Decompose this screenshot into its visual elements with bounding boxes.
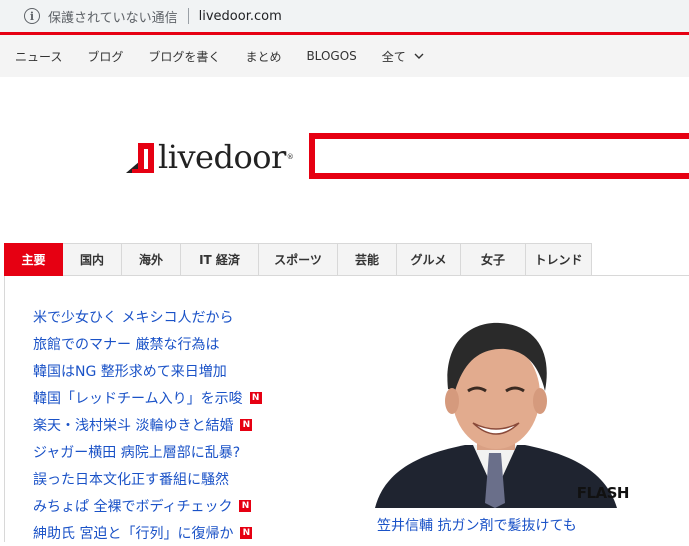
- tab-entertainment[interactable]: 芸能: [338, 243, 397, 276]
- person-portrait-image: [375, 322, 617, 508]
- logo-text: livedoor: [158, 138, 286, 176]
- tab-women[interactable]: 女子: [461, 243, 526, 276]
- nav-blogos[interactable]: BLOGOS: [306, 49, 356, 63]
- headline-item[interactable]: 米で少女ひく メキシコ人だから: [33, 303, 262, 330]
- url-text[interactable]: livedoor.com: [199, 9, 282, 24]
- headline-text[interactable]: 紳助氏 宮迫と「行列」に復帰か: [33, 523, 233, 543]
- headline-text[interactable]: 韓国「レッドチーム入り」を示唆: [33, 388, 243, 408]
- headline-item[interactable]: 誤った日本文化正す番組に騒然: [33, 465, 262, 492]
- nav-all-label: 全て: [381, 49, 406, 64]
- headline-text[interactable]: 韓国はNG 整形求めて来日増加: [33, 361, 227, 381]
- registered-mark: ®: [286, 153, 294, 161]
- headline-item[interactable]: 韓国はNG 整形求めて来日増加: [33, 357, 262, 384]
- nav-matome[interactable]: まとめ: [245, 48, 281, 65]
- address-divider: [187, 8, 189, 24]
- tab-domestic[interactable]: 国内: [63, 243, 122, 276]
- headline-item[interactable]: 楽天・浅村栄斗 淡輪ゆきと結婚 N: [33, 411, 262, 438]
- new-badge: N: [249, 391, 262, 404]
- headline-text[interactable]: 米で少女ひく メキシコ人だから: [33, 307, 233, 327]
- feature-photo[interactable]: FLASH: [355, 303, 637, 508]
- tab-it-economy[interactable]: IT 経済: [181, 243, 259, 276]
- nav-write-blog[interactable]: ブログを書く: [148, 48, 220, 65]
- headline-text[interactable]: 誤った日本文化正す番組に騒然: [33, 469, 229, 489]
- headline-text[interactable]: 旅館でのマナー 厳禁な行為は: [33, 334, 219, 354]
- search-input[interactable]: [309, 133, 689, 179]
- new-badge: N: [239, 499, 252, 512]
- nav-news[interactable]: ニュース: [15, 48, 62, 65]
- livedoor-logo[interactable]: livedoor ®: [124, 138, 294, 176]
- security-status[interactable]: 保護されていない通信: [48, 7, 178, 26]
- nav-all[interactable]: 全て: [382, 48, 424, 65]
- logo-mark-icon: [126, 143, 154, 173]
- headline-text[interactable]: 楽天・浅村栄斗 淡輪ゆきと結婚: [33, 415, 233, 435]
- chevron-down-icon: [414, 53, 424, 59]
- tab-world[interactable]: 海外: [122, 243, 181, 276]
- category-tabs: 主要 国内 海外 IT 経済 スポーツ 芸能 グルメ 女子 トレンド: [4, 243, 689, 276]
- headline-item[interactable]: みちょぱ 全裸でボディチェック N: [33, 492, 262, 519]
- info-icon[interactable]: i: [24, 8, 40, 24]
- tab-sports[interactable]: スポーツ: [259, 243, 338, 276]
- headline-item[interactable]: 旅館でのマナー 厳禁な行為は: [33, 330, 262, 357]
- tab-gourmet[interactable]: グルメ: [397, 243, 461, 276]
- new-badge: N: [240, 526, 253, 539]
- address-bar[interactable]: i 保護されていない通信 livedoor.com: [0, 0, 689, 32]
- headline-item[interactable]: 韓国「レッドチーム入り」を示唆 N: [33, 384, 262, 411]
- nav-blog[interactable]: ブログ: [87, 48, 123, 65]
- new-badge: N: [240, 418, 253, 431]
- top-nav: ニュース ブログ ブログを書く まとめ BLOGOS 全て: [0, 35, 689, 77]
- photo-caption-link[interactable]: 笠井信輔 抗ガン剤で髪抜けても: [377, 515, 577, 535]
- tab-trend[interactable]: トレンド: [526, 243, 592, 276]
- headline-text[interactable]: ジャガー横田 病院上層部に乱暴?: [33, 442, 240, 462]
- flash-watermark: FLASH: [576, 484, 630, 502]
- headline-item[interactable]: ジャガー横田 病院上層部に乱暴?: [33, 438, 262, 465]
- tab-top[interactable]: 主要: [4, 243, 63, 276]
- headline-list: 米で少女ひく メキシコ人だから 旅館でのマナー 厳禁な行為は 韓国はNG 整形求…: [33, 303, 262, 546]
- headline-text[interactable]: みちょぱ 全裸でボディチェック: [33, 496, 232, 516]
